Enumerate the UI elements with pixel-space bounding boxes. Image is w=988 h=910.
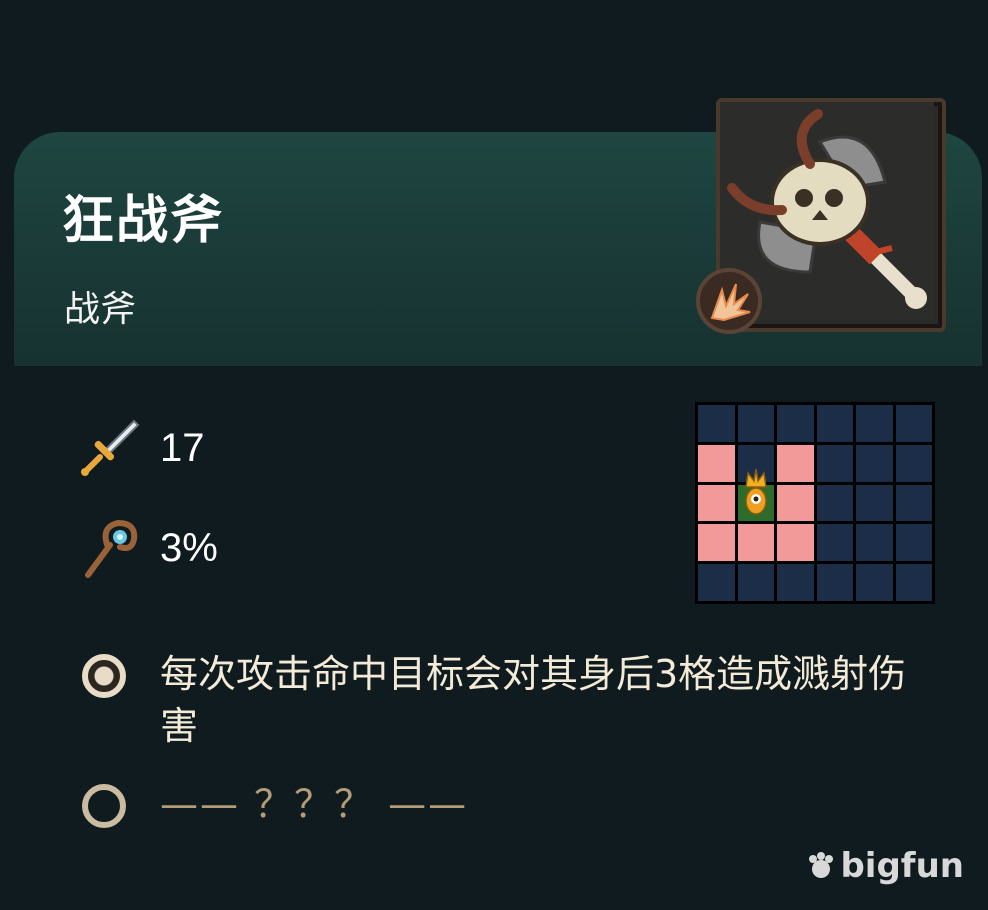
watermark-text: bigfun [840, 846, 964, 886]
splash-burst-icon [696, 268, 762, 334]
stat-crit: 3% [78, 516, 218, 580]
effect-2-locked: —— ？？？ —— [82, 778, 920, 830]
effect-2-text: —— ？？？ —— [160, 782, 469, 826]
paw-icon [809, 852, 834, 878]
grid-cell [816, 405, 853, 442]
grid-cell [895, 564, 932, 601]
effect-1: 每次攻击命中目标会对其身后3格造成溅射伤害 [82, 648, 920, 752]
staff-icon [85, 519, 138, 578]
crowned-hero-icon [744, 468, 767, 515]
sword-icon [81, 419, 140, 476]
stat-attack: 17 [78, 416, 205, 480]
grid-cell-hit [737, 524, 774, 562]
grid-cell [698, 564, 735, 601]
item-name: 狂战斧 [62, 191, 225, 251]
item-tooltip: 狂战斧 战斧 17 3% 每次攻击命中目标会对其身后3格造成溅射伤害 —— ？？… [0, 0, 988, 910]
grid-cell-hit [777, 444, 814, 482]
grid-cell [816, 564, 853, 601]
grid-cell [856, 524, 893, 562]
crit-value: 3% [160, 525, 218, 570]
grid-cell [777, 564, 814, 601]
grid-cell [895, 405, 932, 442]
grid-cell-hit [698, 444, 735, 482]
grid-cell [816, 484, 853, 522]
grid-cell [816, 444, 853, 482]
grid-cell [856, 564, 893, 601]
grid-cell-self [737, 468, 774, 522]
effect-1-text: 每次攻击命中目标会对其身后3格造成溅射伤害 [160, 652, 907, 748]
grid-cell [777, 405, 814, 442]
watermark: bigfun [806, 846, 964, 886]
grid-cell-hit [698, 524, 735, 562]
grid-cell [895, 484, 932, 522]
grid-cell [856, 484, 893, 522]
grid-cell-hit [698, 484, 735, 522]
grid-cell-hit [777, 484, 814, 522]
item-type: 战斧 [64, 289, 137, 330]
effect-bullet-empty-icon [82, 784, 126, 828]
grid-cell-hit [777, 524, 814, 562]
grid-cell [737, 564, 774, 601]
grid-cell [856, 444, 893, 482]
grid-cell [856, 405, 893, 442]
grid-cell [698, 405, 735, 442]
attack-range-grid [695, 402, 935, 604]
effect-bullet-filled-icon [82, 654, 126, 698]
grid-cell [895, 524, 932, 562]
grid-cell [895, 444, 932, 482]
attack-value: 17 [160, 425, 205, 470]
grid-cell [737, 405, 774, 442]
grid-cell [816, 524, 853, 562]
